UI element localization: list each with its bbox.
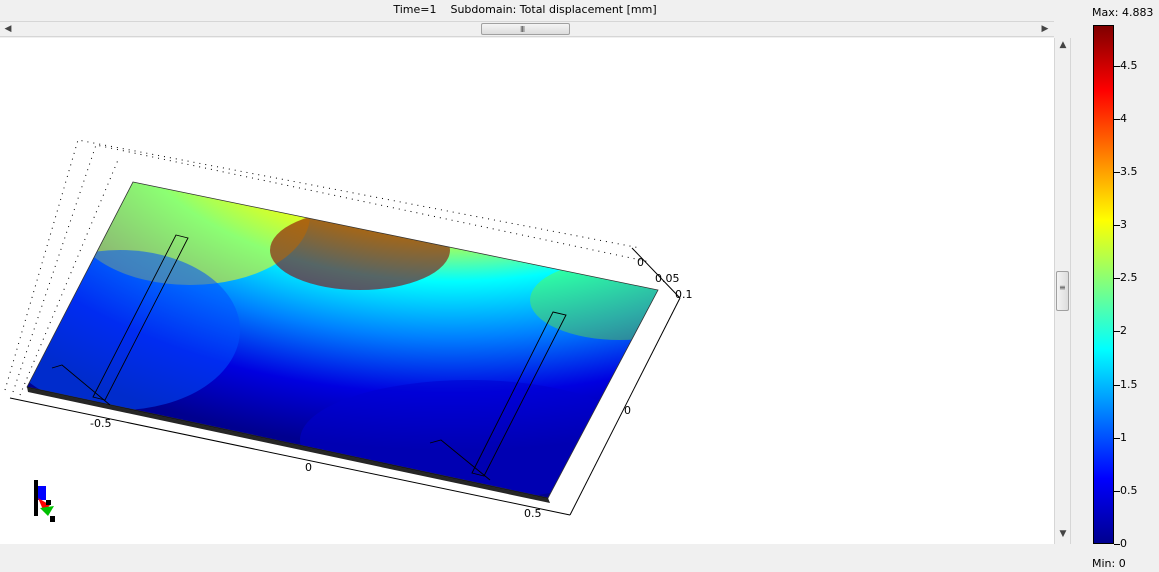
colorbar-tick-label: 3.5 (1120, 165, 1138, 178)
z-tick-label: 0 (637, 256, 644, 269)
z-tick-label: 0.05 (655, 272, 680, 285)
colorbar-tick-label: 2.5 (1120, 271, 1138, 284)
colorbar-tick-label: 0 (1120, 537, 1127, 550)
colorbar-tick-label: 2 (1120, 324, 1127, 337)
colorbar-tick-label: 1.5 (1120, 378, 1138, 391)
vertical-scroll-thumb[interactable]: ≡ (1056, 271, 1069, 311)
plot-scene: -0.5 0 0.5 0 0 0.05 0.1 (4, 139, 693, 522)
scroll-down-icon[interactable]: ▼ (1056, 528, 1070, 540)
colorbar-tick-label: 4 (1120, 112, 1127, 125)
colorbar-tick-label: 4.5 (1120, 59, 1138, 72)
x-tick-label: 0 (305, 461, 312, 474)
axis-triad-icon (34, 480, 55, 522)
grip-icon: III (520, 25, 525, 34)
grip-icon: ≡ (1059, 283, 1066, 292)
scroll-right-icon[interactable]: ▶ (1038, 23, 1052, 35)
colorbar (1093, 25, 1114, 544)
x-tick-label: -0.5 (90, 417, 111, 430)
scroll-up-icon[interactable]: ▲ (1056, 39, 1070, 51)
horizontal-scroll-thumb[interactable]: III (481, 23, 570, 35)
colorbar-tick-label: 3 (1120, 218, 1127, 231)
x-tick-label: 0.5 (524, 507, 542, 520)
scroll-left-icon[interactable]: ◀ (1, 23, 15, 35)
y-tick-label: 0 (624, 404, 631, 417)
colorbar-min-label: Min: 0 (1092, 557, 1126, 570)
plot-title: Time=1 Subdomain: Total displacement [mm… (393, 3, 657, 16)
colorbar-tick-label: 1 (1120, 431, 1127, 444)
graphics-viewport[interactable]: -0.5 0 0.5 0 0 0.05 0.1 (0, 38, 1054, 544)
colorbar-tick-label: 0.5 (1120, 484, 1138, 497)
z-tick-label: 0.1 (675, 288, 693, 301)
vertical-scrollbar[interactable]: ▲ ≡ ▼ (1054, 38, 1071, 544)
horizontal-scrollbar[interactable]: ◀ III ▶ (0, 21, 1054, 37)
colorbar-max-label: Max: 4.883 (1092, 6, 1154, 19)
